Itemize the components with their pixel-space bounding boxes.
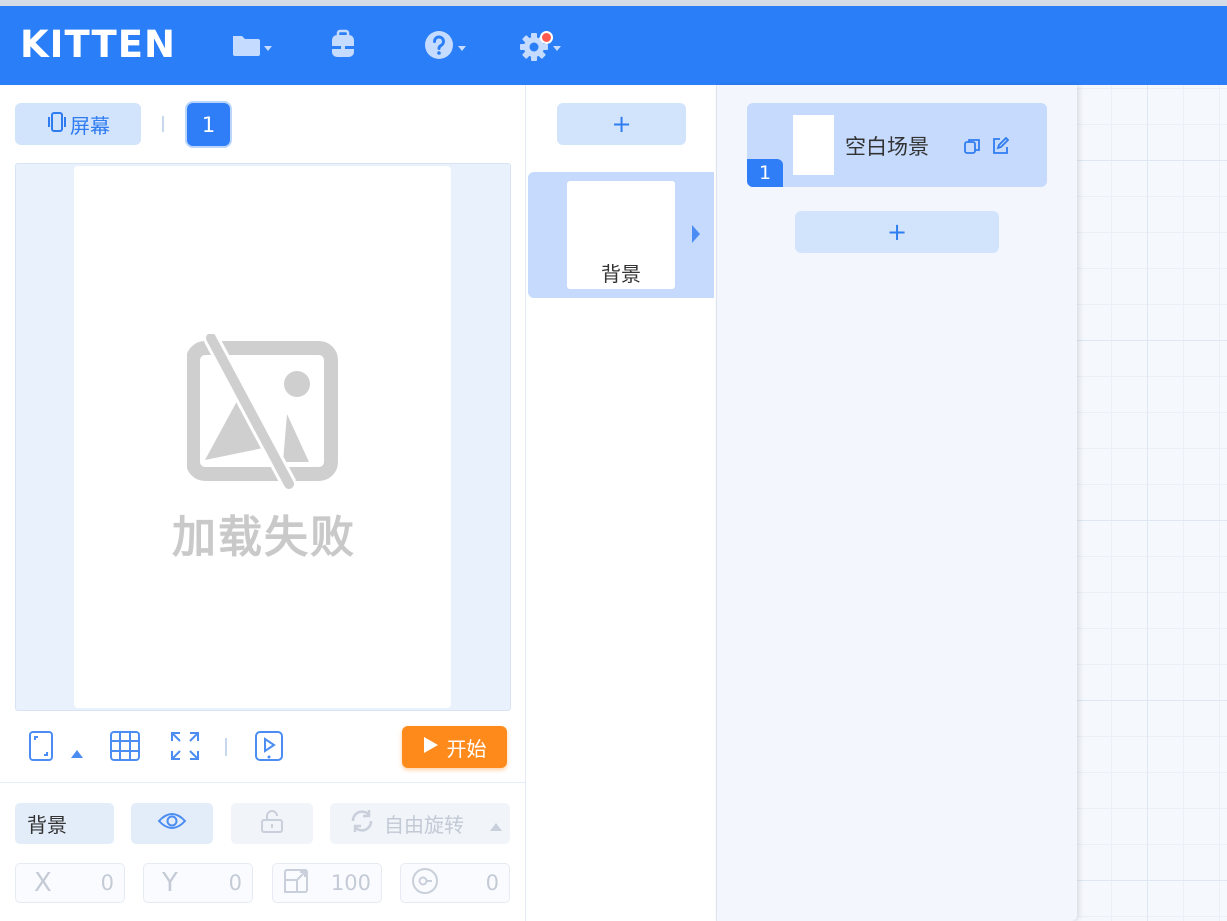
start-button-label: 开始	[446, 736, 487, 761]
scale-field[interactable]: 100	[272, 863, 382, 903]
object-name-field[interactable]: 背景	[15, 803, 114, 844]
stage-panel: 屏幕 1 加载失败 开始 背景 自由旋转 X 0 Y 0 100 0	[0, 85, 526, 921]
scene-name: 空白场景	[845, 135, 929, 159]
visibility-toggle[interactable]	[131, 803, 213, 844]
expand-arrow-icon[interactable]	[692, 225, 700, 243]
direction-value: 0	[485, 871, 499, 895]
y-value: 0	[228, 871, 242, 895]
eye-icon	[157, 811, 187, 836]
unlock-icon	[259, 808, 285, 839]
app-logo: KITTEN	[20, 23, 177, 66]
role-list-panel: + 背景	[526, 85, 717, 921]
rotation-mode-label: 自由旋转	[384, 813, 464, 837]
chevron-down-icon	[458, 46, 466, 51]
screen-button[interactable]: 屏幕	[15, 103, 141, 145]
rotation-mode-select[interactable]: 自由旋转	[330, 803, 510, 844]
caret-up-icon	[490, 812, 502, 836]
play-icon	[423, 735, 439, 759]
file-menu-button[interactable]	[231, 30, 272, 64]
scale-value: 100	[330, 871, 371, 895]
screen-size-icon[interactable]	[28, 730, 54, 766]
notification-dot	[540, 31, 553, 44]
folder-icon	[231, 32, 261, 62]
phone-rotate-icon	[46, 111, 68, 138]
y-label: Y	[162, 868, 178, 898]
lock-toggle[interactable]	[231, 803, 313, 844]
edit-icon[interactable]	[991, 136, 1010, 159]
settings-menu-button[interactable]	[518, 30, 561, 64]
gear-icon	[518, 31, 553, 63]
start-button[interactable]: 开始	[402, 726, 507, 768]
load-failed-text: 加载失败	[172, 512, 356, 563]
caret-up-icon[interactable]	[71, 743, 83, 762]
top-bar: KITTEN	[0, 6, 1227, 85]
question-icon	[423, 29, 455, 65]
help-menu-button[interactable]	[423, 30, 466, 64]
screen-button-label: 屏幕	[70, 113, 110, 138]
grid-icon[interactable]	[109, 730, 141, 766]
code-workspace-grid[interactable]	[1077, 85, 1227, 921]
scene-panel: 空白场景 1 +	[717, 85, 1077, 921]
chevron-down-icon	[264, 46, 272, 51]
add-scene-button[interactable]: +	[795, 211, 999, 253]
scene-item[interactable]: 空白场景 1	[747, 103, 1047, 187]
fullscreen-icon[interactable]	[169, 730, 201, 766]
direction-icon	[411, 867, 439, 900]
copy-icon[interactable]	[963, 137, 981, 159]
scene-thumbnail	[793, 115, 834, 175]
x-value: 0	[100, 871, 114, 895]
device-preview-icon[interactable]	[254, 730, 284, 766]
screen-number-button[interactable]: 1	[187, 103, 230, 146]
stage-preview[interactable]: 加载失败	[15, 163, 511, 711]
broken-image-icon	[186, 333, 339, 494]
background-item[interactable]: 背景	[528, 172, 714, 298]
background-label: 背景	[601, 262, 641, 286]
direction-field[interactable]: 0	[400, 863, 510, 903]
rotate-icon	[348, 807, 376, 840]
x-label: X	[34, 868, 52, 898]
divider	[162, 116, 164, 132]
backpack-button[interactable]	[327, 29, 359, 65]
backpack-icon	[327, 29, 359, 65]
stage-canvas: 加载失败	[74, 166, 451, 708]
scale-icon	[283, 868, 309, 899]
background-thumbnail: 背景	[567, 181, 675, 289]
divider	[225, 738, 227, 756]
divider	[0, 782, 525, 783]
x-field[interactable]: X 0	[15, 863, 125, 903]
y-field[interactable]: Y 0	[143, 863, 253, 903]
add-role-button[interactable]: +	[557, 103, 686, 145]
chevron-down-icon	[553, 46, 561, 51]
scene-number-badge: 1	[747, 159, 783, 187]
